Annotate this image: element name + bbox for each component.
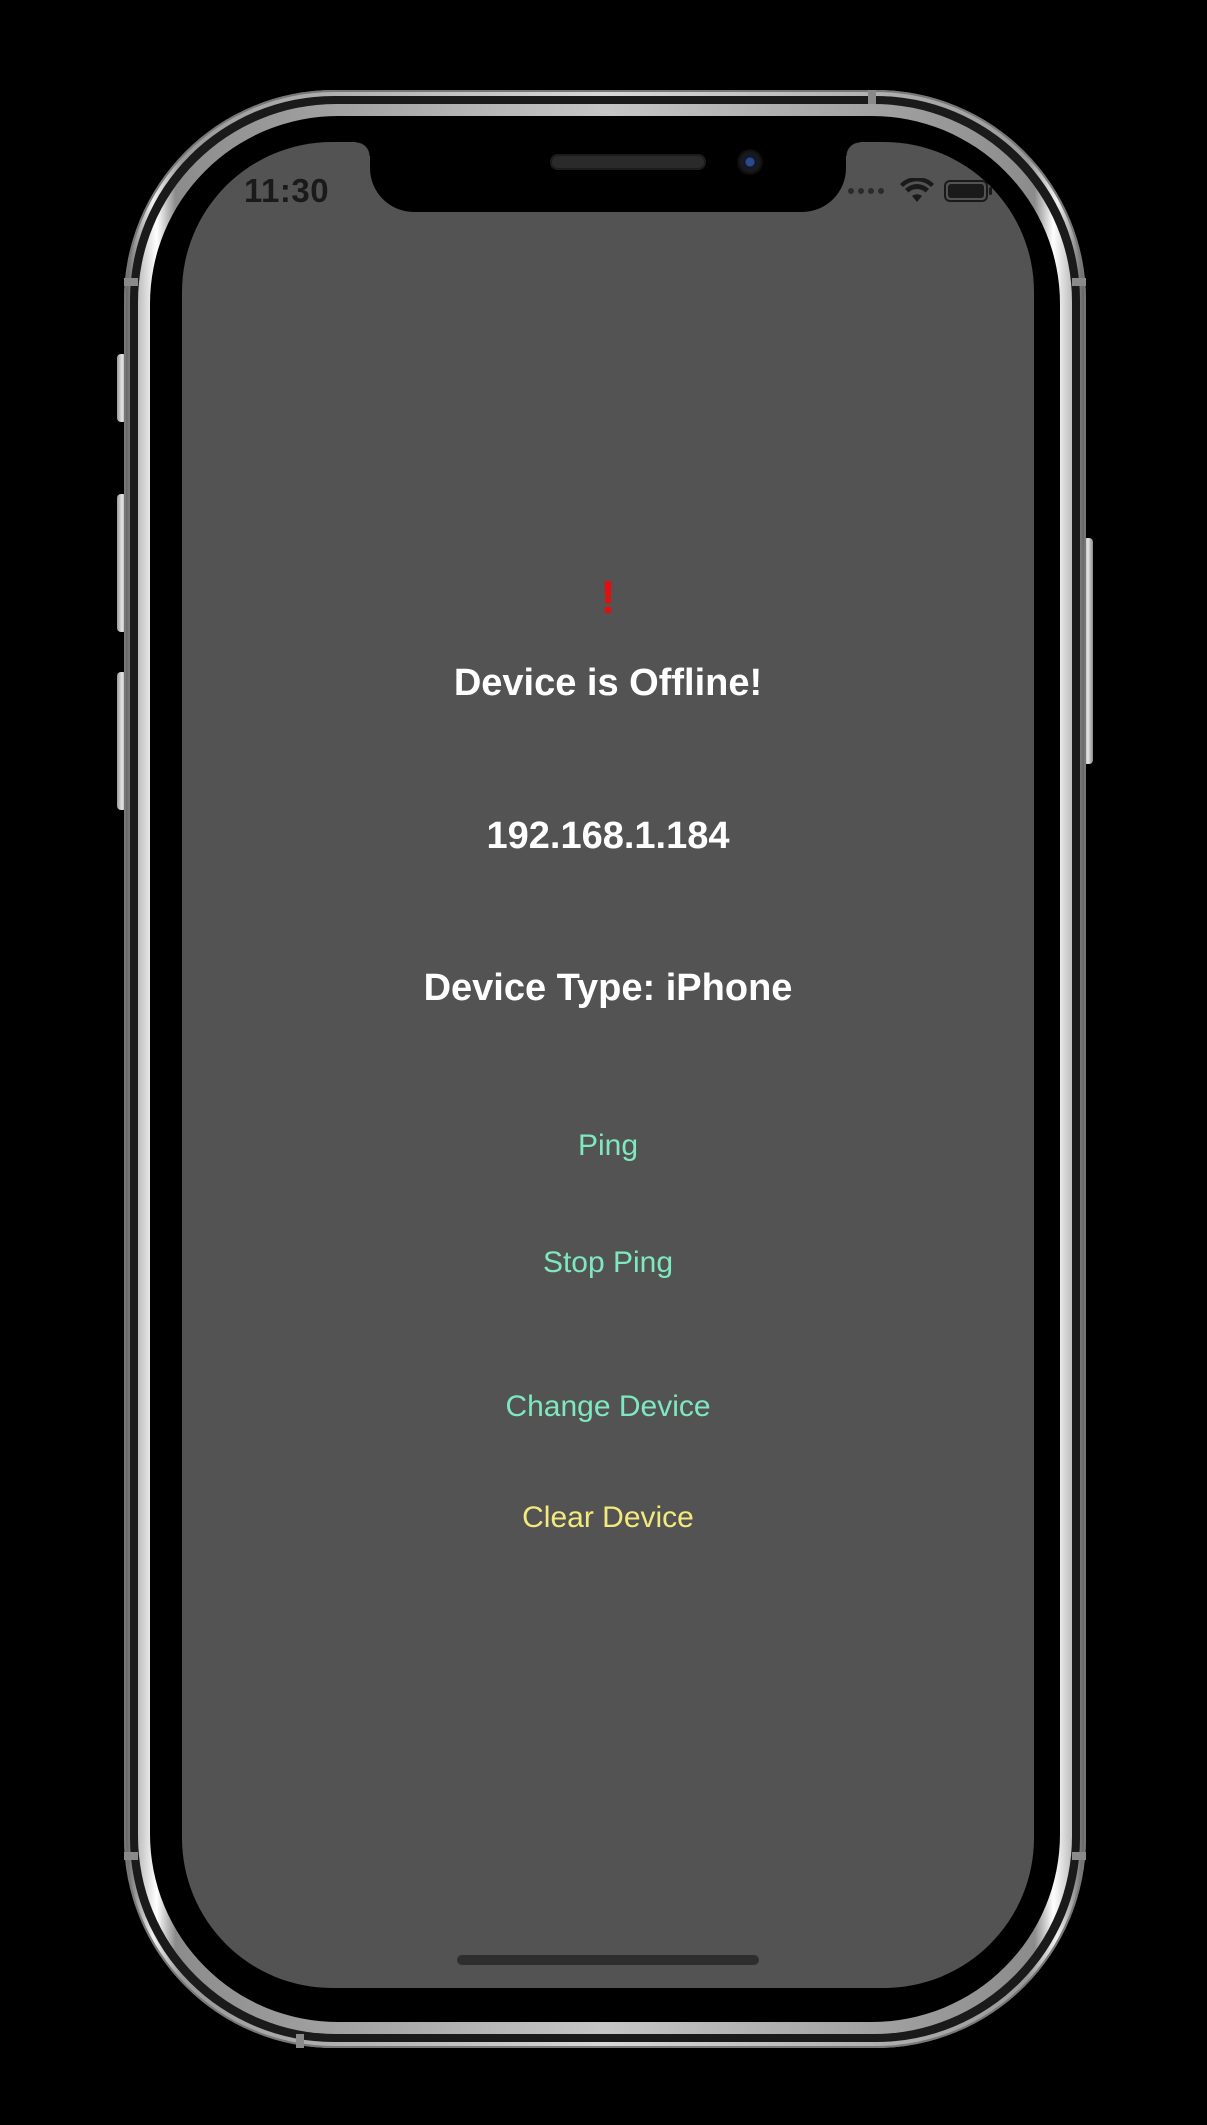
- device-status-text: Device is Offline!: [453, 662, 763, 704]
- stop-ping-button[interactable]: Stop Ping: [531, 1241, 685, 1285]
- clear-device-button[interactable]: Clear Device: [510, 1496, 706, 1540]
- device-mockup: 11:30 ! Device is Offline! 192.168.1.184…: [0, 0, 1207, 2125]
- ping-button[interactable]: Ping: [566, 1124, 650, 1168]
- home-indicator[interactable]: [457, 1955, 759, 1965]
- antenna-band: [124, 1852, 138, 1860]
- antenna-band: [296, 2034, 304, 2048]
- alert-icon: !: [600, 571, 616, 623]
- main-content: ! Device is Offline! 192.168.1.184 Devic…: [182, 142, 1034, 1988]
- antenna-band: [124, 278, 138, 286]
- change-device-button[interactable]: Change Device: [493, 1385, 722, 1429]
- app-screen: 11:30 ! Device is Offline! 192.168.1.184…: [182, 142, 1034, 1988]
- device-type-text: Device Type: iPhone: [423, 967, 793, 1009]
- antenna-band: [1072, 1852, 1086, 1860]
- antenna-band: [868, 90, 876, 104]
- antenna-band: [1072, 278, 1086, 286]
- ip-address-text: 192.168.1.184: [486, 815, 730, 857]
